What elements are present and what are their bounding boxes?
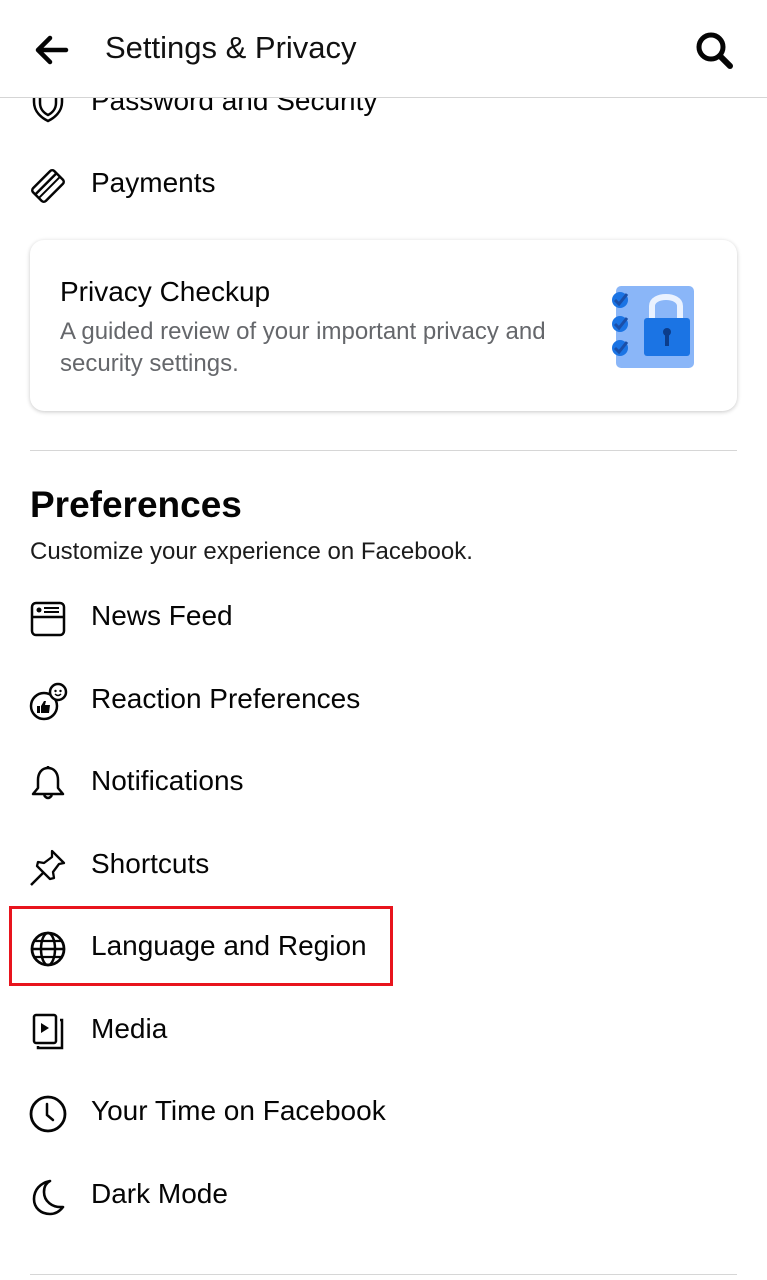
menu-item-label: Your Time on Facebook	[91, 1095, 386, 1126]
privacy-checkup-card[interactable]: Privacy Checkup A guided review of your …	[30, 240, 737, 411]
section-divider	[30, 450, 737, 451]
menu-item-label: Reaction Preferences	[91, 683, 361, 714]
page-title: Settings & Privacy	[105, 30, 357, 65]
arrow-left-icon[interactable]	[34, 34, 70, 66]
menu-item-payments[interactable]: Payments	[0, 149, 767, 219]
search-icon[interactable]	[694, 30, 736, 72]
section-divider	[30, 1274, 737, 1275]
menu-item-label: Dark Mode	[91, 1178, 228, 1209]
highlight-box	[9, 906, 393, 986]
privacy-checkup-description: A guided review of your important privac…	[60, 318, 546, 377]
reaction-icon	[29, 682, 68, 721]
menu-item-notifications[interactable]: Notifications	[0, 747, 767, 817]
top-bar: Settings & Privacy	[0, 0, 767, 98]
menu-item-label: Shortcuts	[91, 848, 210, 879]
news-feed-icon	[30, 601, 66, 637]
menu-item-news-feed[interactable]: News Feed	[0, 582, 767, 652]
menu-item-reaction-preferences[interactable]: Reaction Preferences	[0, 665, 767, 735]
menu-item-label: Notifications	[91, 765, 244, 796]
moon-icon	[32, 1179, 65, 1216]
menu-item-media[interactable]: Media	[0, 995, 767, 1065]
media-icon	[32, 1013, 64, 1050]
credit-card-icon	[31, 169, 65, 203]
pin-icon	[30, 849, 66, 886]
checklist-lock-icon	[612, 286, 694, 368]
menu-item-dark-mode[interactable]: Dark Mode	[0, 1160, 767, 1230]
section-subtitle-preferences: Customize your experience on Facebook.	[30, 538, 473, 565]
menu-item-label: News Feed	[91, 600, 233, 631]
menu-item-label: Media	[91, 1013, 168, 1044]
section-title-preferences: Preferences	[30, 484, 242, 525]
menu-item-label: Payments	[91, 167, 216, 198]
privacy-checkup-title: Privacy Checkup	[60, 276, 271, 307]
menu-item-shortcuts[interactable]: Shortcuts	[0, 830, 767, 900]
bell-icon	[31, 766, 65, 800]
clock-icon	[29, 1095, 67, 1133]
menu-item-your-time[interactable]: Your Time on Facebook	[0, 1077, 767, 1147]
